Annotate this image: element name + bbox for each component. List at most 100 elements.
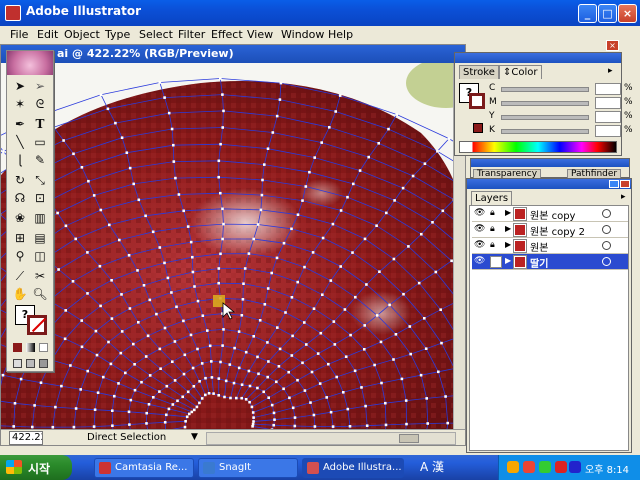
zoom-field[interactable]: 422.22 [9,431,43,445]
lock-icon[interactable]: 🔒︎ [490,224,502,236]
layer-row[interactable]: 👁︎ 🔒︎ ▶ 원본 copy [472,206,628,222]
color-panel-close-icon[interactable]: × [606,40,619,51]
task-camtasia[interactable]: Camtasia Re... [94,458,194,478]
visibility-eye-icon[interactable]: 👁︎ [474,208,488,220]
document-title-bar[interactable]: ai @ 422.22% (RGB/Preview) [1,45,465,63]
tray-app-icon[interactable] [539,461,551,473]
target-circle-icon[interactable] [602,241,611,250]
screen-mode-full-icon[interactable] [39,359,48,368]
tray-app-icon[interactable] [507,461,519,473]
rotate-icon[interactable]: ↻ [11,171,29,189]
layer-row-selected[interactable]: 👁︎ ▶ 딸기 [472,254,628,270]
menu-effect[interactable]: Effect [211,28,243,41]
menu-window[interactable]: Window [281,28,324,41]
tray-app-icon[interactable] [523,461,535,473]
free-transform-icon[interactable]: ⊡ [31,189,49,207]
warp-icon[interactable]: ☊ [11,189,29,207]
eyedropper-icon[interactable]: ⚲ [11,247,29,265]
tray-app-icon[interactable] [555,461,567,473]
screen-mode-full-menu-icon[interactable] [26,359,35,368]
task-snagit[interactable]: SnagIt [198,458,298,478]
scroll-thumb[interactable] [399,434,419,443]
clock[interactable]: 오후 8:14 [585,461,629,476]
color-panel: Stroke ⇕Color ▸ ? C% M% Y% K% [454,52,633,156]
stroke-swatch[interactable] [27,315,47,335]
slice-icon[interactable]: ⟋ [11,267,29,285]
maximize-button[interactable]: □ [598,4,617,23]
line-icon[interactable]: ╲ [11,133,29,151]
layers-panel-titlebar[interactable] [467,179,631,189]
target-circle-icon[interactable] [602,209,611,218]
menu-select[interactable]: Select [139,28,173,41]
ime-indicator[interactable]: A 漢 [420,458,444,475]
transparency-panel-titlebar[interactable] [471,159,629,167]
color-stroke-proxy[interactable] [469,93,485,109]
menu-help[interactable]: Help [328,28,353,41]
hand-icon[interactable]: ✋ [11,285,29,303]
horizontal-scrollbar[interactable] [206,432,456,445]
target-circle-icon[interactable] [602,225,611,234]
start-button[interactable]: 시작 [0,455,72,480]
visibility-eye-icon[interactable]: 👁︎ [474,224,488,236]
panel-menu-icon[interactable]: ▸ [608,66,613,76]
task-illustrator[interactable]: Adobe Illustra... [302,458,404,478]
type-icon[interactable]: T [31,115,49,133]
title-bar[interactable]: Adobe Illustrator _ □ × [0,0,640,26]
none-mode-icon[interactable] [39,343,48,352]
expand-arrow-icon[interactable]: ▶ [505,224,511,233]
scale-icon[interactable]: ⤡ [31,171,49,189]
layers-panel-close-icon[interactable] [620,180,630,188]
menu-view[interactable]: View [247,28,273,41]
graph-icon[interactable]: ▥ [31,209,49,227]
lock-icon[interactable]: 🔒︎ [490,240,502,252]
menu-file[interactable]: File [10,28,28,41]
gradient-mode-icon[interactable] [26,343,35,352]
tab-color[interactable]: ⇕Color [499,65,542,79]
lasso-icon[interactable]: ᘓ [31,95,49,113]
artboard-canvas[interactable] [1,58,466,445]
symbol-icon[interactable]: ❀ [11,209,29,227]
tab-stroke[interactable]: Stroke [459,65,499,79]
chevron-down-icon[interactable]: ▼ [191,432,198,442]
visibility-eye-icon[interactable]: 👁︎ [474,256,488,268]
menu-type[interactable]: Type [105,28,130,41]
rectangle-icon[interactable]: ▭ [31,133,49,151]
brush-icon[interactable]: ɭ [11,151,29,169]
last-color-swatch[interactable] [473,123,483,133]
tray-app-icon[interactable] [569,461,581,473]
target-circle-icon[interactable] [602,257,611,266]
pencil-icon[interactable]: ✎ [31,151,49,169]
color-panel-titlebar[interactable] [455,53,621,63]
lock-toggle[interactable] [490,256,502,268]
tab-layers[interactable]: Layers [471,191,513,205]
zoom-icon[interactable]: 🔍︎ [31,285,49,303]
scissors-icon[interactable]: ✂ [31,267,49,285]
expand-arrow-icon[interactable]: ▶ [505,240,511,249]
expand-arrow-icon[interactable]: ▶ [505,256,511,265]
direct-selection-icon[interactable]: ➢ [31,77,49,95]
blend-icon[interactable]: ◫ [31,247,49,265]
minimize-button[interactable]: _ [578,4,597,23]
close-button[interactable]: × [618,4,637,23]
pen-icon[interactable]: ✒ [11,115,29,133]
visibility-eye-icon[interactable]: 👁︎ [474,240,488,252]
menu-object[interactable]: Object [64,28,100,41]
mesh-artwork[interactable] [1,58,466,445]
magic-wand-icon[interactable]: ✶ [11,95,29,113]
gradient-icon[interactable]: ▤ [31,229,49,247]
color-spectrum-bar[interactable] [459,141,617,153]
expand-arrow-icon[interactable]: ▶ [505,208,511,217]
lock-icon[interactable]: 🔒︎ [490,208,502,220]
selection-icon[interactable]: ➤ [11,77,29,95]
layer-row[interactable]: 👁︎ 🔒︎ ▶ 원본 copy 2 [472,222,628,238]
menu-edit[interactable]: Edit [37,28,58,41]
menu-filter[interactable]: Filter [178,28,205,41]
screen-mode-normal-icon[interactable] [13,359,22,368]
illustrator-task-icon [307,462,319,474]
layers-menu-icon[interactable]: ▸ [621,192,626,202]
current-tool-label[interactable]: Direct Selection [87,432,202,445]
color-mode-icon[interactable] [13,343,22,352]
mesh-icon[interactable]: ⊞ [11,229,29,247]
layer-row[interactable]: 👁︎ 🔒︎ ▶ 원본 [472,238,628,254]
layers-panel-minimize-icon[interactable] [609,180,619,188]
